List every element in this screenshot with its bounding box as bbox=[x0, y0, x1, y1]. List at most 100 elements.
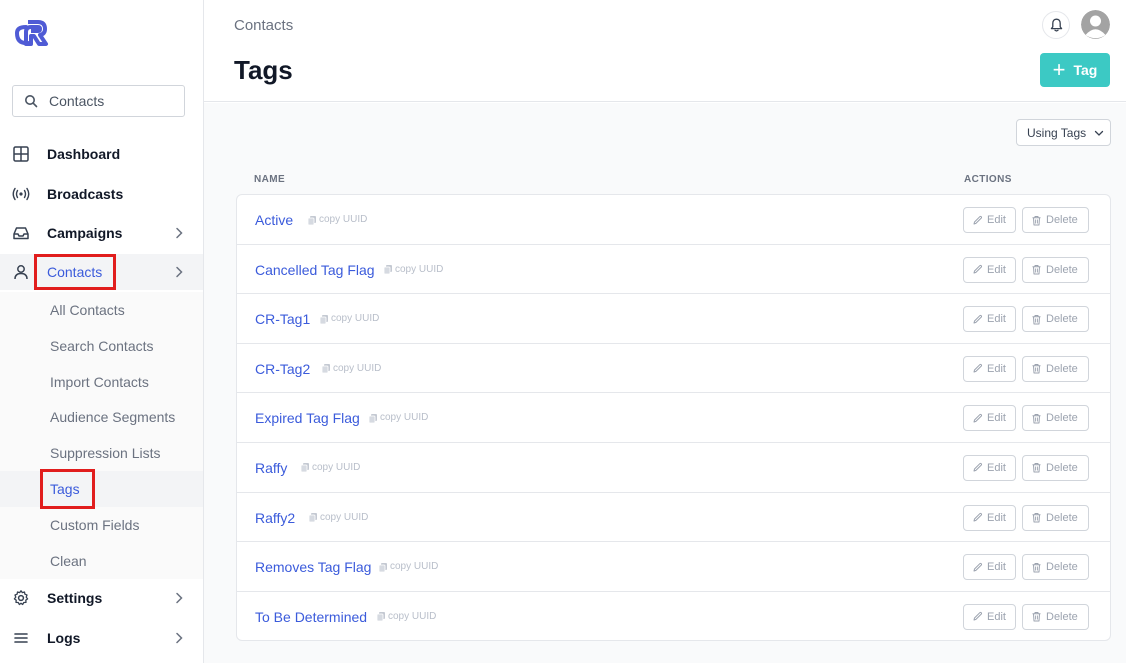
table-row: Raffy2 copy UUID Edit Delete bbox=[237, 493, 1110, 543]
delete-label: Delete bbox=[1046, 561, 1078, 574]
pencil-icon bbox=[973, 512, 983, 522]
delete-button[interactable]: Delete bbox=[1022, 554, 1089, 581]
edit-label: Edit bbox=[987, 511, 1006, 524]
tag-name-link[interactable]: Raffy bbox=[255, 460, 287, 476]
copy-uuid-link[interactable]: copy UUID bbox=[300, 462, 360, 473]
sidebar-item-contacts[interactable]: Contacts bbox=[0, 254, 203, 290]
chevron-down-icon bbox=[1095, 130, 1104, 136]
sidebar-subitem-search-contacts[interactable]: Search Contacts bbox=[0, 328, 203, 364]
table-row: Removes Tag Flag copy UUID Edit Delete bbox=[237, 542, 1110, 592]
delete-button[interactable]: Delete bbox=[1022, 405, 1089, 432]
tag-name-link[interactable]: Cancelled Tag Flag bbox=[255, 262, 375, 278]
filter-label: Using Tags bbox=[1027, 125, 1087, 140]
sidebar-item-logs[interactable]: Logs bbox=[0, 620, 203, 656]
edit-button[interactable]: Edit bbox=[963, 355, 1016, 382]
sidebar-subitem-audience-segments[interactable]: Audience Segments bbox=[0, 399, 203, 435]
main-content: Using Tags NAME ACTIONS Active copy UUID E… bbox=[204, 103, 1126, 663]
copy-uuid-link[interactable]: copy UUID bbox=[308, 512, 368, 523]
pencil-icon bbox=[973, 314, 983, 324]
pencil-icon bbox=[973, 264, 983, 274]
sidebar-subitem-tags[interactable]: Tags bbox=[0, 471, 203, 507]
copy-uuid-label: copy UUID bbox=[320, 511, 369, 523]
sidebar-subitem-label: Search Contacts bbox=[50, 338, 154, 354]
delete-button[interactable]: Delete bbox=[1022, 207, 1089, 233]
add-tag-label: Tag bbox=[1073, 62, 1098, 78]
breadcrumb[interactable]: Contacts bbox=[234, 17, 293, 34]
edit-button[interactable]: Edit bbox=[963, 603, 1016, 630]
delete-button[interactable]: Delete bbox=[1022, 454, 1089, 481]
table-row: To Be Determined copy UUID Edit Delete bbox=[237, 592, 1110, 640]
copy-uuid-link[interactable]: copy UUID bbox=[383, 264, 443, 275]
delete-label: Delete bbox=[1046, 461, 1078, 474]
edit-label: Edit bbox=[987, 461, 1006, 474]
table-row: Raffy copy UUID Edit Delete bbox=[237, 443, 1110, 493]
copy-uuid-link[interactable]: copy UUID bbox=[376, 611, 436, 622]
trash-icon bbox=[1032, 612, 1041, 622]
column-header-actions: ACTIONS bbox=[964, 174, 1012, 185]
pencil-icon bbox=[973, 364, 983, 373]
broadcast-icon bbox=[12, 187, 30, 201]
sidebar-subitem-label: Suppression Lists bbox=[50, 445, 161, 461]
copy-uuid-link[interactable]: copy UUID bbox=[378, 561, 438, 572]
copy-icon bbox=[319, 314, 328, 324]
add-tag-button[interactable]: + Tag bbox=[1040, 53, 1110, 87]
tag-name-link[interactable]: Removes Tag Flag bbox=[255, 559, 371, 575]
copy-uuid-link[interactable]: copy UUID bbox=[368, 412, 428, 423]
delete-label: Delete bbox=[1046, 214, 1078, 226]
page-header: Contacts Tags + Tag bbox=[204, 0, 1126, 102]
chevron-right-icon bbox=[176, 266, 183, 278]
column-header-name: NAME bbox=[254, 174, 286, 185]
tag-name-link[interactable]: CR-Tag2 bbox=[255, 361, 310, 377]
sidebar-subitem-all-contacts[interactable]: All Contacts bbox=[0, 292, 203, 328]
sidebar-item-campaigns[interactable]: Campaigns bbox=[0, 215, 203, 251]
delete-button[interactable]: Delete bbox=[1022, 603, 1089, 630]
sidebar-subitem-suppression-lists[interactable]: Suppression Lists bbox=[0, 435, 203, 471]
sidebar-subitem-import-contacts[interactable]: Import Contacts bbox=[0, 364, 203, 400]
edit-button[interactable]: Edit bbox=[963, 504, 1016, 531]
edit-button[interactable]: Edit bbox=[963, 306, 1016, 333]
bell-icon bbox=[1050, 18, 1062, 32]
sidebar-item-dashboard[interactable]: Dashboard bbox=[0, 136, 203, 172]
delete-button[interactable]: Delete bbox=[1022, 355, 1089, 382]
delete-button[interactable]: Delete bbox=[1022, 306, 1089, 333]
tag-filter-dropdown[interactable]: Using Tags bbox=[1016, 119, 1111, 146]
edit-button[interactable]: Edit bbox=[963, 405, 1016, 432]
delete-label: Delete bbox=[1046, 511, 1078, 524]
copy-uuid-link[interactable]: copy UUID bbox=[307, 214, 367, 225]
delete-button[interactable]: Delete bbox=[1022, 504, 1089, 531]
table-row: CR-Tag1 copy UUID Edit Delete bbox=[237, 294, 1110, 344]
delete-label: Delete bbox=[1046, 313, 1078, 326]
avatar[interactable] bbox=[1081, 10, 1110, 39]
copy-icon bbox=[376, 612, 385, 622]
tag-name-link[interactable]: To Be Determined bbox=[255, 609, 367, 625]
trash-icon bbox=[1032, 265, 1041, 275]
trash-icon bbox=[1032, 364, 1041, 374]
sidebar-subitem-label: Custom Fields bbox=[50, 517, 140, 533]
edit-button[interactable]: Edit bbox=[963, 207, 1016, 233]
copy-uuid-link[interactable]: copy UUID bbox=[319, 313, 379, 324]
tags-table: Active copy UUID Edit Delete Cancelled Tag F… bbox=[236, 194, 1111, 641]
edit-button[interactable]: Edit bbox=[963, 256, 1016, 283]
notifications-button[interactable] bbox=[1042, 11, 1070, 39]
sidebar-item-settings[interactable]: Settings bbox=[0, 580, 203, 616]
copy-uuid-link[interactable]: copy UUID bbox=[321, 363, 381, 374]
delete-button[interactable]: Delete bbox=[1022, 256, 1089, 283]
sidebar: Dashboard Broadcasts Campaigns Contacts … bbox=[0, 0, 204, 663]
search-box[interactable] bbox=[12, 85, 185, 117]
trash-icon bbox=[1032, 562, 1041, 573]
tag-name-link[interactable]: Raffy2 bbox=[255, 510, 295, 526]
search-input[interactable] bbox=[49, 93, 169, 109]
tag-name-link[interactable]: Active bbox=[255, 212, 293, 228]
sidebar-subitem-clean[interactable]: Clean bbox=[0, 543, 203, 579]
edit-button[interactable]: Edit bbox=[963, 454, 1016, 481]
sidebar-subitem-custom-fields[interactable]: Custom Fields bbox=[0, 507, 203, 543]
tag-name-link[interactable]: CR-Tag1 bbox=[255, 311, 310, 327]
copy-icon bbox=[321, 364, 330, 374]
tag-name-link[interactable]: Expired Tag Flag bbox=[255, 410, 360, 426]
trash-icon bbox=[1032, 413, 1041, 424]
sidebar-item-broadcasts[interactable]: Broadcasts bbox=[0, 176, 203, 212]
chevron-right-icon bbox=[176, 227, 183, 239]
logo[interactable] bbox=[14, 19, 60, 47]
sidebar-item-label: Contacts bbox=[47, 264, 103, 280]
edit-button[interactable]: Edit bbox=[963, 554, 1016, 581]
